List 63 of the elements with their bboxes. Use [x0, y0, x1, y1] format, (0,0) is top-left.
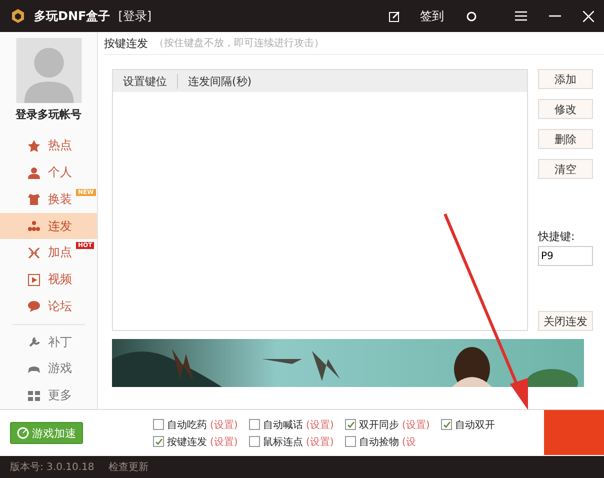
star-icon [28, 140, 40, 152]
login-account-link[interactable]: 登录多玩帐号 [0, 107, 97, 122]
sidebar-item[interactable]: 热点 [0, 132, 97, 160]
option-label: 自动双开 [455, 418, 495, 432]
column-header: 连发间隔(秒) [187, 74, 253, 88]
checkbox[interactable] [249, 436, 260, 447]
option-label: 双开同步 [359, 418, 399, 432]
minimize-icon[interactable] [549, 15, 561, 17]
start-button[interactable] [544, 410, 604, 455]
play-icon [28, 274, 40, 286]
action-button[interactable]: 清空 [538, 159, 593, 179]
hotkey-field[interactable]: P9 [538, 246, 593, 266]
option-label: 按键连发 [167, 436, 207, 448]
sidebar-item[interactable]: 个人 [0, 159, 97, 186]
action-button[interactable]: 添加 [538, 69, 593, 89]
settings-link[interactable]: (设置) [210, 418, 238, 432]
hotkey-label: 快捷键: [538, 229, 576, 244]
close-repeat-button[interactable]: 关闭连发 [538, 311, 593, 331]
sidebar-item[interactable]: 游戏 [0, 356, 97, 382]
settings-link[interactable]: (设置) [210, 434, 238, 448]
speedometer-icon [17, 427, 29, 439]
shirt-icon [28, 193, 40, 206]
game-accelerate-button[interactable]: 游戏加速 [10, 422, 83, 444]
checkbox[interactable] [153, 436, 164, 447]
option-label: 自动捡物 [359, 436, 399, 448]
action-button[interactable]: 修改 [538, 99, 593, 119]
panel-title: 按键连发 [104, 36, 148, 50]
sidebar-item[interactable]: 补丁 [0, 328, 97, 356]
person-icon [28, 166, 40, 179]
app-title: 多玩DNF盒子 [34, 8, 110, 24]
version-text: 版本号: 3.0.10.18 [10, 460, 94, 474]
close-icon[interactable] [583, 10, 594, 22]
edit-icon [389, 10, 400, 22]
check-update-link[interactable]: 检查更新 [108, 460, 148, 474]
checkbox[interactable] [345, 419, 356, 430]
action-button[interactable]: 删除 [538, 129, 593, 149]
sidebar-item[interactable]: 连发 [0, 212, 97, 240]
checkbox[interactable] [153, 419, 164, 430]
cross-icon [28, 246, 40, 259]
settings-link[interactable]: (设置) [306, 434, 334, 448]
dots-icon [28, 220, 40, 232]
sidebar-item[interactable]: 更多 [0, 382, 97, 410]
grid-icon [28, 390, 40, 402]
sidebar-item[interactable]: 视频 [0, 266, 97, 293]
checkbox[interactable] [441, 419, 452, 430]
settings-icon[interactable] [466, 10, 477, 22]
option-label: 自动吃药 [167, 418, 207, 432]
checkin-button[interactable]: 签到 [420, 8, 444, 24]
sidebar-item[interactable]: 论坛 [0, 293, 97, 320]
option-label: 自动喊话 [263, 418, 303, 432]
settings-link[interactable]: (设置) [402, 418, 430, 432]
panel-hint: （按住键盘不放，即可连续进行攻击） [154, 36, 324, 50]
settings-link[interactable]: (设置) [306, 418, 334, 432]
wrench-icon [28, 336, 40, 348]
login-link[interactable]: [登录] [118, 8, 152, 24]
checkbox[interactable] [345, 436, 356, 447]
option-label: 鼠标连点 [263, 436, 303, 448]
menu-icon[interactable] [515, 11, 527, 21]
column-header: 设置键位 [113, 74, 178, 88]
settings-link[interactable]: (设 [402, 434, 416, 448]
checkbox[interactable] [249, 419, 260, 430]
cube-logo-icon [10, 8, 26, 24]
speech-bubble-icon [28, 300, 40, 312]
